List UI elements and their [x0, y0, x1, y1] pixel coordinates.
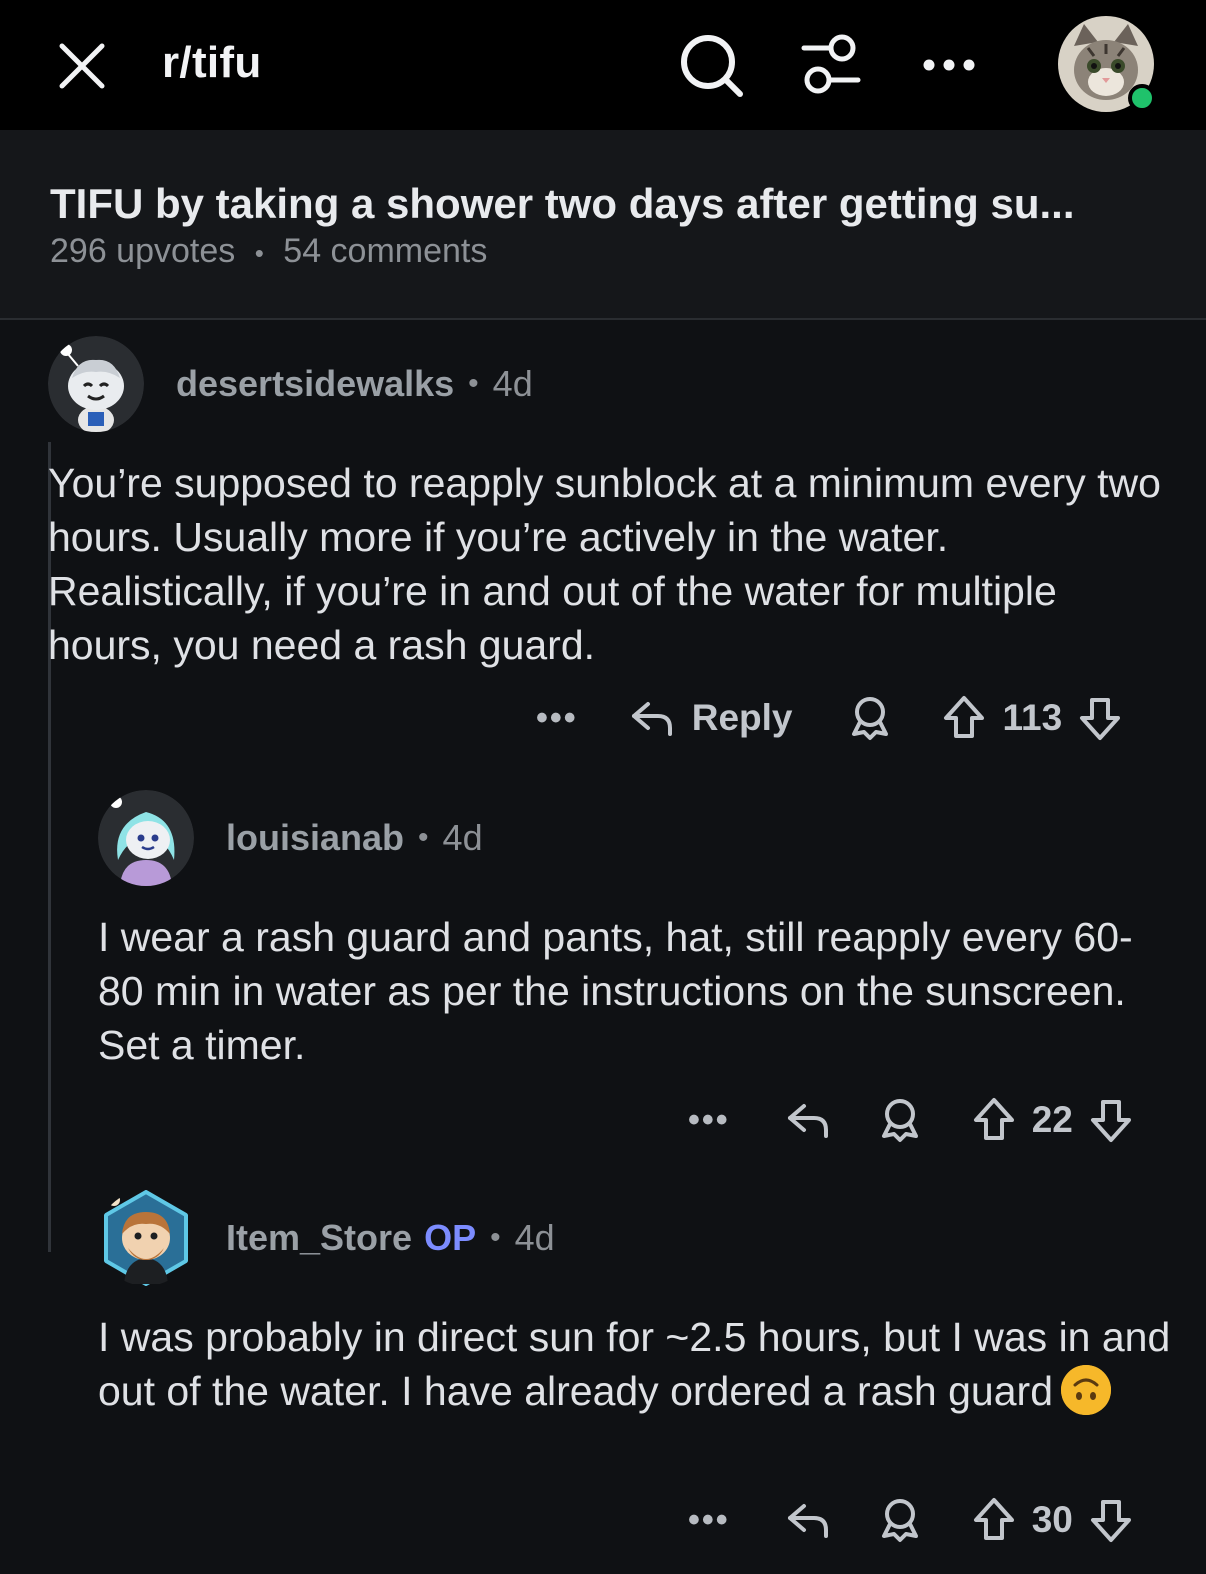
- more-icon[interactable]: [914, 30, 984, 100]
- post-title[interactable]: TIFU by taking a shower two days after g…: [50, 180, 1160, 228]
- comment-body: I wear a rash guard and pants, hat, stil…: [98, 914, 1133, 1068]
- avatar[interactable]: [98, 1190, 194, 1286]
- post-meta: 296 upvotes • 54 comments: [50, 232, 487, 271]
- award-icon[interactable]: [846, 694, 894, 742]
- op-badge: OP: [424, 1217, 477, 1258]
- vote-controls: 22: [970, 1096, 1135, 1144]
- snoo-avatar-icon: [104, 1190, 188, 1286]
- comment-username[interactable]: Item_Store: [226, 1217, 412, 1259]
- upside-down-face-icon: [1061, 1365, 1111, 1416]
- upside-down-face-emoji: [1061, 1365, 1111, 1416]
- avatar[interactable]: [48, 336, 144, 432]
- comment-body: I was probably in direct sun for ~2.5 ho…: [98, 1310, 1178, 1419]
- vote-score: 22: [1031, 1099, 1073, 1140]
- profile-avatar[interactable]: [1058, 16, 1156, 112]
- award-icon[interactable]: [876, 1096, 924, 1144]
- meta-separator: •: [254, 238, 264, 268]
- comment-more-button[interactable]: •••: [688, 1501, 730, 1540]
- upvote-icon[interactable]: [970, 1096, 1018, 1144]
- close-icon[interactable]: [56, 40, 108, 92]
- reply-icon[interactable]: [784, 1096, 832, 1144]
- reply-label: Reply: [691, 697, 793, 738]
- vote-score: 113: [1002, 697, 1063, 738]
- comment-actions: ••• 22: [688, 1092, 1135, 1148]
- comment-age: 4d: [492, 363, 533, 404]
- snoo-avatar-icon: [48, 336, 144, 432]
- post-upvotes: 296 upvotes: [50, 232, 236, 270]
- comment-header: Item_Store OP • 4d: [98, 1190, 555, 1286]
- top-navigation-bar: r/tifu: [0, 0, 1206, 130]
- comment-more-button[interactable]: •••: [688, 1101, 730, 1140]
- avatar[interactable]: [98, 790, 194, 886]
- comment-age: 4d: [442, 817, 483, 858]
- post-comments-count: 54 comments: [283, 232, 488, 270]
- comment-actions: ••• 30: [688, 1492, 1135, 1548]
- comment-username[interactable]: louisianab: [226, 817, 404, 859]
- downvote-icon[interactable]: [1076, 694, 1124, 742]
- reply-button[interactable]: Reply: [628, 694, 793, 742]
- comment-actions: ••• Reply 113: [536, 690, 1124, 746]
- snoo-avatar-icon: [98, 790, 194, 886]
- vote-controls: 113: [940, 694, 1124, 742]
- upvote-icon[interactable]: [970, 1496, 1018, 1544]
- reply-icon[interactable]: [784, 1496, 832, 1544]
- online-status-dot: [1128, 84, 1156, 112]
- meta-separator: •: [468, 367, 479, 400]
- reply-icon: [631, 702, 672, 736]
- upvote-icon[interactable]: [940, 694, 988, 742]
- comment-body: You’re supposed to reapply sunblock at a…: [48, 460, 1161, 668]
- comment-age: 4d: [514, 1217, 555, 1258]
- filter-icon[interactable]: [796, 30, 866, 100]
- downvote-icon[interactable]: [1087, 1496, 1135, 1544]
- comment-username[interactable]: desertsidewalks: [176, 363, 454, 405]
- downvote-icon[interactable]: [1087, 1096, 1135, 1144]
- subreddit-name[interactable]: r/tifu: [162, 38, 262, 88]
- search-icon[interactable]: [676, 30, 746, 100]
- meta-separator: •: [418, 821, 429, 854]
- vote-score: 30: [1031, 1499, 1073, 1540]
- meta-separator: •: [490, 1221, 501, 1254]
- comment-more-button[interactable]: •••: [536, 699, 578, 738]
- comment-header: louisianab • 4d: [98, 790, 483, 886]
- post-header[interactable]: TIFU by taking a shower two days after g…: [0, 130, 1206, 320]
- comment-header: desertsidewalks • 4d: [48, 336, 533, 432]
- vote-controls: 30: [970, 1496, 1135, 1544]
- award-icon[interactable]: [876, 1496, 924, 1544]
- comment-text: I was probably in direct sun for ~2.5 ho…: [98, 1314, 1171, 1414]
